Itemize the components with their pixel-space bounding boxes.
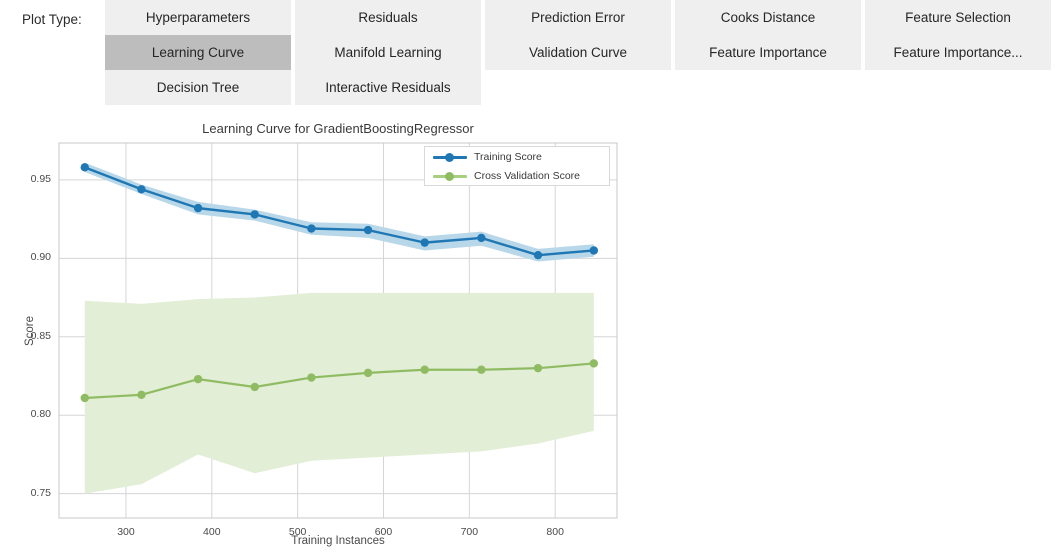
plot-type-column-3: Prediction Error Validation Curve [485,0,671,70]
x-tick-label: 600 [374,526,393,538]
plot-type-option-cooks-distance[interactable]: Cooks Distance [675,0,861,35]
legend-swatch-cv [433,169,467,183]
legend-entry-cv: Cross Validation Score [425,167,609,185]
plot-type-option-residuals[interactable]: Residuals [295,0,481,35]
y-tick-label: 0.95 [30,172,51,185]
x-tick-label: 800 [546,526,564,538]
plot-type-option-validation-curve[interactable]: Validation Curve [485,35,671,70]
legend-swatch-training [433,150,467,164]
legend-entry-training: Training Score [425,148,609,166]
plot-type-option-feature-importance[interactable]: Feature Importance [675,35,861,70]
y-tick-label: 0.80 [30,408,51,421]
legend-label-training: Training Score [474,151,542,163]
y-tick-label: 0.90 [30,251,51,264]
plot-type-label: Plot Type: [22,12,82,27]
plot-type-option-feature-selection[interactable]: Feature Selection [865,0,1051,35]
x-tick-label: 500 [288,526,307,538]
plot-type-option-hyperparameters[interactable]: Hyperparameters [105,0,291,35]
plot-type-column-4: Cooks Distance Feature Importance [675,0,861,70]
plot-type-option-learning-curve[interactable]: Learning Curve [105,35,291,70]
x-tick-label: 700 [460,526,479,538]
y-tick-label: 0.75 [30,486,51,499]
plot-type-option-decision-tree[interactable]: Decision Tree [105,70,291,105]
plot-type-toolbar: Plot Type: Hyperparameters Learning Curv… [0,0,1055,107]
x-tick-label: 300 [117,526,135,538]
plot-type-option-prediction-error[interactable]: Prediction Error [485,0,671,35]
plot-type-column-5: Feature Selection Feature Importance... [865,0,1051,70]
plot-type-option-manifold-learning[interactable]: Manifold Learning [295,35,481,70]
plot-type-option-interactive-residuals[interactable]: Interactive Residuals [295,70,481,105]
legend-label-cv: Cross Validation Score [474,170,581,182]
plot-type-column-2: Residuals Manifold Learning Interactive … [295,0,481,105]
chart-legend: Training Score Cross Validation Score [424,146,610,186]
y-tick-label: 0.85 [30,329,51,342]
x-tick-label: 400 [203,526,221,538]
plot-type-option-feature-importances[interactable]: Feature Importance... [865,35,1051,70]
learning-curve-chart: Learning Curve for GradientBoostingRegre… [0,110,660,560]
plot-type-column-1: Hyperparameters Learning Curve Decision … [105,0,291,105]
